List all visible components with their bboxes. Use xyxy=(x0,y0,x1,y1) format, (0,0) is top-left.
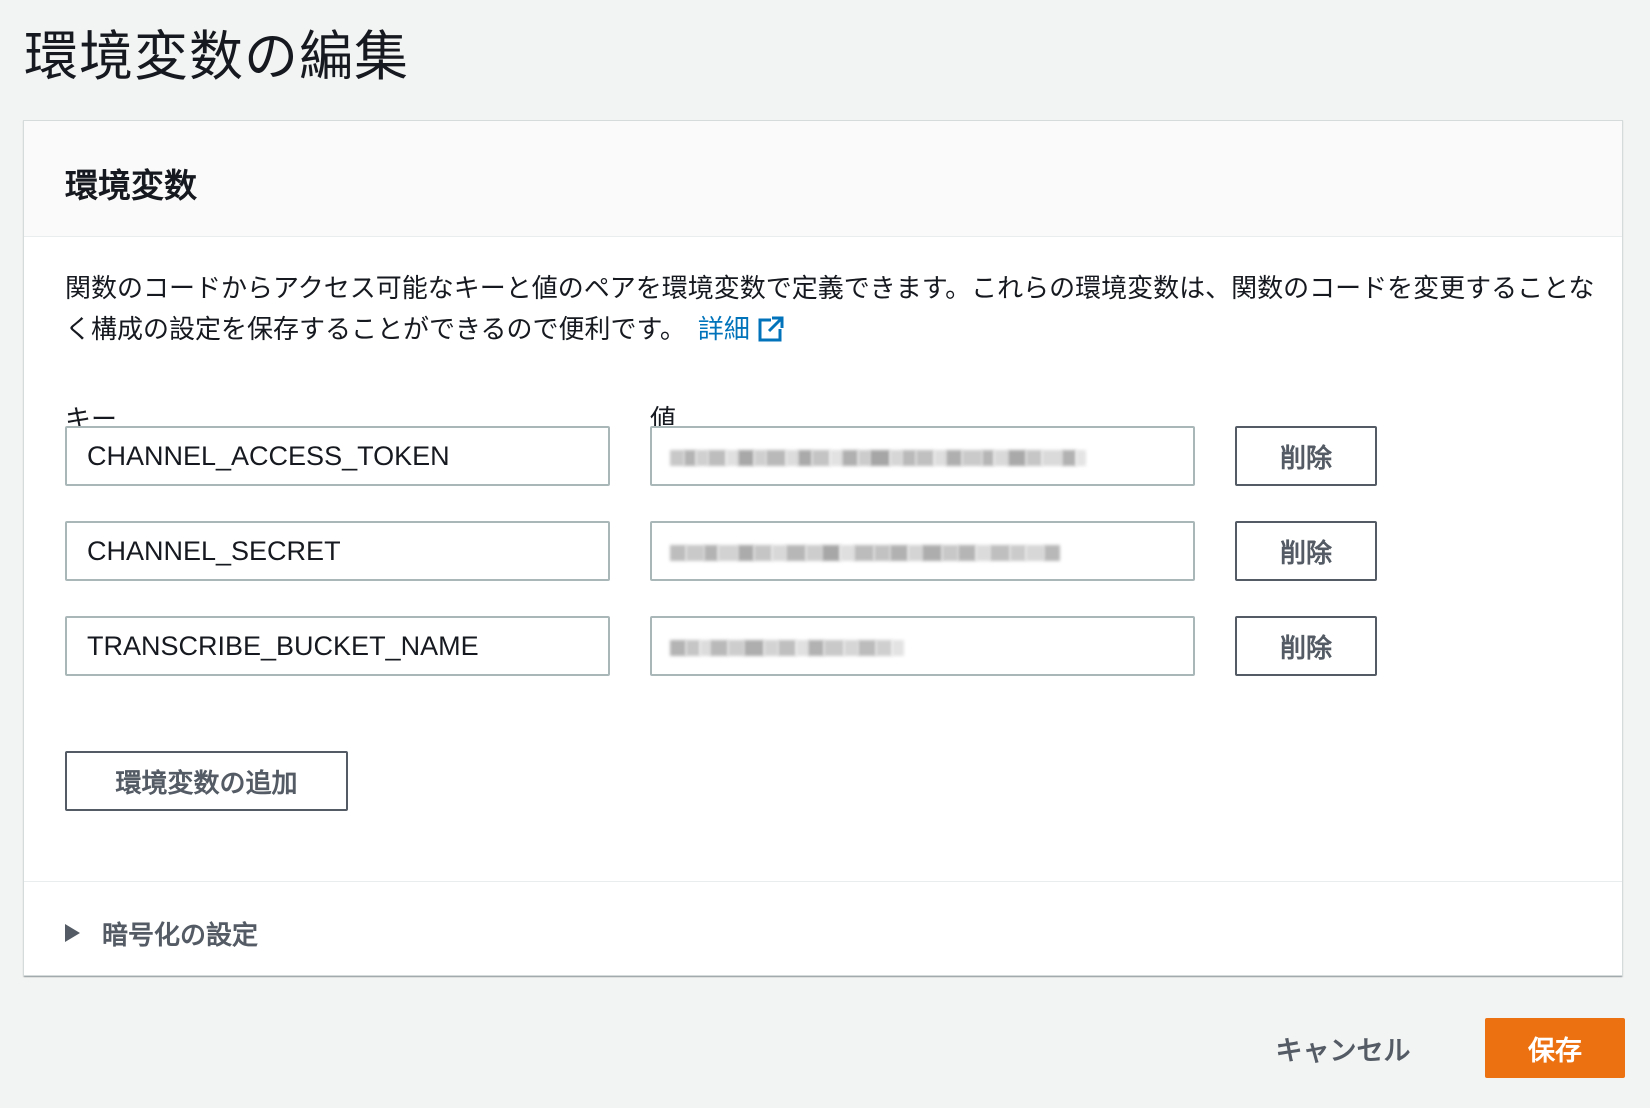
cancel-button[interactable]: キャンセル xyxy=(1258,1018,1428,1078)
obscured-value xyxy=(670,545,1060,561)
delete-button[interactable]: 削除 xyxy=(1235,521,1377,581)
obscured-value xyxy=(670,640,904,656)
value-input[interactable] xyxy=(650,616,1195,676)
description-text: 関数のコードからアクセス可能なキーと値のペアを環境変数で定義できます。これらの環… xyxy=(65,274,1595,345)
env-var-row: 削除 xyxy=(65,426,1385,486)
panel-description: 関数のコードからアクセス可能なキーと値のペアを環境変数で定義できます。これらの環… xyxy=(65,269,1605,351)
caret-right-icon xyxy=(65,924,80,942)
environment-variables-panel: 環境変数 関数のコードからアクセス可能なキーと値のペアを環境変数で定義できます。… xyxy=(23,120,1623,976)
value-input[interactable] xyxy=(650,521,1195,581)
delete-button[interactable]: 削除 xyxy=(1235,426,1377,486)
panel-header: 環境変数 xyxy=(24,121,1622,237)
obscured-value xyxy=(670,450,1086,466)
external-link-icon xyxy=(758,316,784,342)
save-button[interactable]: 保存 xyxy=(1485,1018,1625,1078)
divider xyxy=(24,881,1622,882)
encryption-settings-label: 暗号化の設定 xyxy=(102,920,259,951)
key-input[interactable] xyxy=(65,426,610,486)
env-var-row: 削除 xyxy=(65,521,1385,581)
learn-more-label: 詳細 xyxy=(697,315,750,345)
learn-more-link[interactable]: 詳細 xyxy=(698,315,784,345)
env-var-row: 削除 xyxy=(65,616,1385,676)
key-input[interactable] xyxy=(65,616,610,676)
encryption-settings-expander[interactable]: 暗号化の設定 xyxy=(65,911,258,955)
page-title: 環境変数の編集 xyxy=(24,25,409,88)
value-input[interactable] xyxy=(650,426,1195,486)
add-env-var-button[interactable]: 環境変数の追加 xyxy=(65,751,348,811)
panel-title: 環境変数 xyxy=(65,166,197,205)
key-input[interactable] xyxy=(65,521,610,581)
delete-button[interactable]: 削除 xyxy=(1235,616,1377,676)
